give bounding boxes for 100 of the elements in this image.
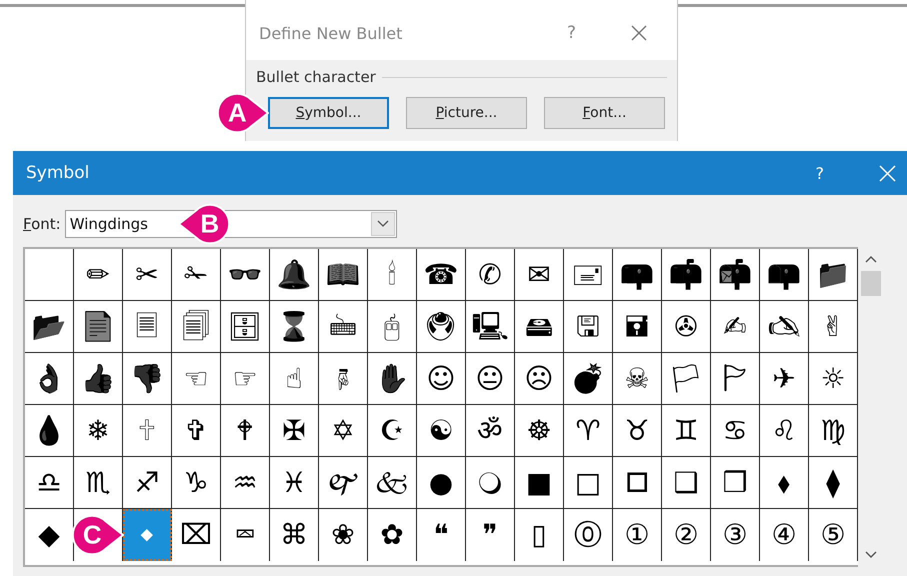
symbol-cell[interactable]: ☪ [368,405,417,457]
symbol-cell[interactable]: ✆ [466,249,515,301]
symbol-cell[interactable]: 🙰 [319,457,368,509]
symbol-cell[interactable]: 🖬 [613,301,662,353]
symbol-cell[interactable]: ✈ [760,353,809,405]
symbol-cell[interactable]: 👎 [123,353,172,405]
symbol-cell[interactable]: ✌ [809,301,858,353]
symbol-cell[interactable]: 🏳 [662,353,711,405]
symbol-cell[interactable]: 🗏 [123,301,172,353]
symbol-cell[interactable]: ✉ [515,249,564,301]
symbol-cell[interactable]: ① [613,509,662,561]
symbol-cell[interactable]: ♉ [613,405,662,457]
symbol-cell[interactable]: 📂 [25,301,74,353]
symbol-cell[interactable]: ② [662,509,711,561]
dialog-button[interactable]: Symbol... [268,97,389,129]
symbol-cell[interactable]: ♍ [809,405,858,457]
symbol-cell[interactable]: ♎ [25,457,74,509]
symbol-cell[interactable]: 🕯 [368,249,417,301]
symbol-cell[interactable]: 🕈 [221,405,270,457]
symbol-cell[interactable]: 👓 [221,249,270,301]
symbol-cell[interactable]: ❑ [662,457,711,509]
symbol-cell[interactable]: 🖎 [760,301,809,353]
symbol-cell[interactable]: 🖗 [319,353,368,405]
symbol-cell[interactable]: ❞ [466,509,515,561]
symbol-cell[interactable]: ☼ [809,353,858,405]
symbol-cell[interactable]: ✂ [123,249,172,301]
symbol-cell[interactable]: ✡ [319,405,368,457]
symbol-cell[interactable]: 🖮 [319,301,368,353]
symbol-cell[interactable]: 🔾 [466,457,515,509]
symbol-cell[interactable]: ⌛ [270,301,319,353]
symbol-cell[interactable]: ④ [760,509,809,561]
symbol-cell[interactable]: ☎ [417,249,466,301]
symbol-cell[interactable]: ✿ [368,509,417,561]
symbol-cell[interactable]: 👍 [74,353,123,405]
symbol-cell[interactable]: 😐 [466,353,515,405]
symbol-cell[interactable]: ⧫ [809,457,858,509]
symbol-cell[interactable]: 🗐 [172,301,221,353]
symbol-cell[interactable]: ♌ [760,405,809,457]
symbol-cell[interactable]: ❒ [711,457,760,509]
dialog-button[interactable]: Picture... [406,97,527,129]
close-icon[interactable] [631,25,647,41]
symbol-cell[interactable]: 👌 [25,353,74,405]
symbol-cell[interactable]: ☠ [613,353,662,405]
symbol-cell[interactable]: 📖 [319,249,368,301]
dialog-button[interactable]: Font... [544,97,665,129]
symbol-cell[interactable]: ♊ [662,405,711,457]
symbol-cell[interactable]: ⓪ [564,509,613,561]
scrollbar-thumb[interactable] [860,271,880,296]
symbol-cell[interactable]: ☺ [417,353,466,405]
symbol-cell[interactable]: ⌘ [270,509,319,561]
symbol-cell[interactable]: 📁 [809,249,858,301]
symbol-cell[interactable]: 📄 [74,301,123,353]
symbol-cell[interactable]: ⬧ [760,457,809,509]
symbol-cell[interactable]: ♈ [564,405,613,457]
symbol-cell[interactable]: 🖳 [466,301,515,353]
symbol-cell[interactable]: ☸ [515,405,564,457]
symbol-cell[interactable]: ⮹ [221,509,270,561]
symbol-cell[interactable]: 📭 [760,249,809,301]
symbol-cell[interactable]: ✏ [74,249,123,301]
symbol-cell[interactable]: ❀ [319,509,368,561]
symbol-cell[interactable]: 💧 [25,405,74,457]
symbol-cell[interactable]: ✁ [172,249,221,301]
symbol-cell[interactable]: ③ [711,509,760,561]
symbol-cell[interactable]: 🕆 [123,405,172,457]
symbol-cell[interactable]: 📪 [613,249,662,301]
scroll-down-icon[interactable] [864,551,876,559]
symbol-cell[interactable]: 🖰 [368,301,417,353]
symbol-cell[interactable] [25,249,74,301]
symbol-cell[interactable]: 💣 [564,353,613,405]
symbol-cell[interactable]: 📬 [711,249,760,301]
symbol-cell[interactable]: ● [417,457,466,509]
symbol-cell[interactable]: 🗄 [221,301,270,353]
symbol-cell[interactable]: 🞐 [613,457,662,509]
symbol-cell[interactable]: ✍ [711,301,760,353]
symbol-cell[interactable]: 🖴 [515,301,564,353]
symbol-cell[interactable]: ☹ [515,353,564,405]
symbol-cell[interactable]: ☝ [270,353,319,405]
symbol-cell[interactable]: ✇ [662,301,711,353]
symbol-cell[interactable]: ▯ [515,509,564,561]
symbol-cell[interactable]: ✠ [270,405,319,457]
help-button[interactable]: ? [816,164,824,182]
symbol-cell[interactable]: 🖃 [564,249,613,301]
symbol-cell[interactable]: ॐ [466,405,515,457]
symbol-cell[interactable]: ⌧ [172,509,221,561]
symbol-cell[interactable]: ✋ [368,353,417,405]
symbol-cell[interactable]: ♒ [221,457,270,509]
symbol-cell[interactable]: ✞ [172,405,221,457]
scroll-up-icon[interactable] [864,255,876,263]
symbol-cell[interactable]: 🏱 [711,353,760,405]
symbol-cell[interactable]: ❄ [74,405,123,457]
symbol-cell[interactable]: ☯ [417,405,466,457]
symbol-cell[interactable]: ♑ [172,457,221,509]
symbol-cell[interactable]: ♓ [270,457,319,509]
symbol-cell[interactable]: ■ [515,457,564,509]
symbol-cell[interactable]: 🙵 [368,457,417,509]
symbol-cell[interactable]: ☜ [172,353,221,405]
symbol-cell[interactable]: 🖫 [564,301,613,353]
symbol-cell[interactable]: 🖲 [417,301,466,353]
help-button[interactable]: ? [566,23,576,43]
dropdown-button[interactable] [370,212,395,236]
